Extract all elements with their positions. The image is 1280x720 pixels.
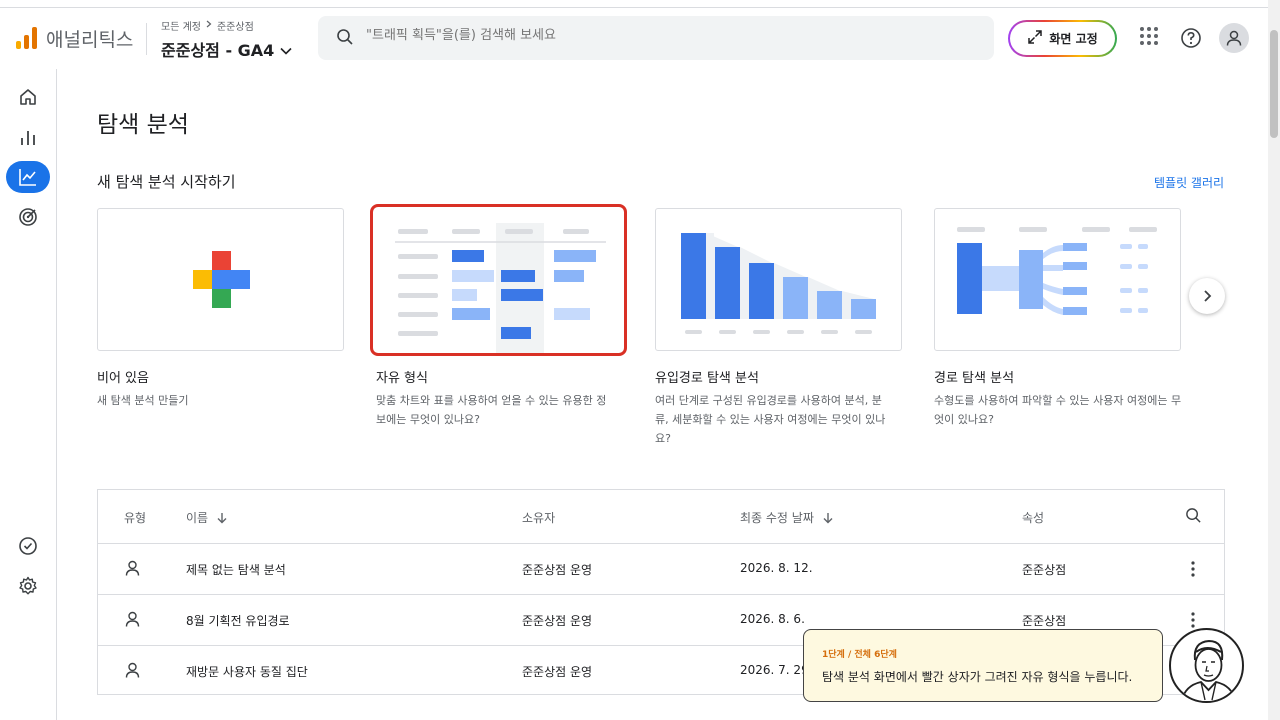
scrollbar-thumb[interactable] [1270, 30, 1278, 138]
analytics-logo-icon[interactable] [16, 27, 37, 49]
free-form-table-icon [395, 223, 606, 353]
chevron-right-icon [205, 20, 213, 31]
explore-icon [19, 169, 36, 186]
sort-arrow-down-icon [823, 512, 833, 523]
row-name[interactable]: 제목 없는 탐색 분석 [186, 561, 286, 578]
person-icon [125, 662, 140, 682]
card-path[interactable] [934, 208, 1181, 351]
card-title-path: 경로 탐색 분석 [934, 371, 1015, 386]
help-icon[interactable] [1180, 27, 1202, 53]
breadcrumb[interactable]: 모든 계정 준준상점 [161, 18, 254, 33]
breadcrumb-item-account[interactable]: 준준상점 [217, 18, 254, 33]
pin-label: 화면 고정 [1049, 32, 1098, 46]
more-vert-icon[interactable] [1190, 560, 1196, 582]
search-icon [336, 28, 354, 50]
check-circle-icon [19, 537, 37, 555]
sidebar-item-home[interactable] [6, 81, 50, 113]
card-desc-funnel: 여러 단계로 구성된 유입경로를 사용하여 분석, 분류, 세분화할 수 있는 … [655, 394, 886, 445]
expand-icon [1027, 29, 1043, 48]
chevron-right-icon [1204, 290, 1212, 302]
chevron-down-icon [280, 40, 292, 59]
tutorial-step: 1단계 / 전체 6단계 [822, 650, 897, 660]
header-modified-label: 최종 수정 날짜 [740, 511, 814, 525]
path-tree-icon [957, 227, 1157, 315]
next-cards-button[interactable] [1189, 278, 1225, 314]
sort-arrow-down-icon [217, 512, 227, 523]
funnel-chart-icon [681, 233, 876, 334]
section-title: 새 탐색 분석 시작하기 [97, 173, 236, 191]
account-selector[interactable]: 준준상점 - GA4 [161, 37, 292, 61]
avatar[interactable] [1219, 23, 1249, 53]
row-modified: 2026. 8. 12. [740, 561, 813, 575]
header-name-label: 이름 [186, 511, 209, 525]
header-divider [146, 23, 147, 55]
tutorial-text: 탐색 분석 화면에서 빨간 상자가 그려진 자유 형식을 누릅니다. [822, 670, 1133, 684]
header-modified[interactable]: 최종 수정 날짜 [740, 509, 834, 526]
sidebar-item-admin-check[interactable] [6, 530, 50, 562]
logo-text: 애널리틱스 [46, 29, 134, 51]
row-owner: 준준상점 운영 [522, 665, 593, 679]
card-funnel[interactable] [655, 208, 902, 351]
template-gallery-link[interactable]: 템플릿 갤러리 [1154, 174, 1224, 191]
sidebar [0, 69, 57, 720]
card-title-free-form: 자유 형식 [376, 371, 428, 386]
card-free-form[interactable] [370, 204, 627, 356]
search-input[interactable] [366, 28, 966, 43]
row-name[interactable]: 재방문 사용자 동질 집단 [186, 663, 308, 680]
top-border [0, 0, 1268, 8]
table-search-icon[interactable] [1185, 507, 1202, 528]
breadcrumb-item-accounts[interactable]: 모든 계정 [161, 18, 201, 33]
table-row[interactable]: 제목 없는 탐색 분석 준준상점 운영 2026. 8. 12. 준준상점 [98, 544, 1224, 595]
account-title: 준준상점 - GA4 [161, 41, 275, 60]
sidebar-item-explore[interactable] [6, 161, 50, 193]
header-property[interactable]: 속성 [1022, 509, 1044, 526]
sidebar-item-reports[interactable] [6, 122, 50, 154]
sidebar-item-advertising[interactable] [6, 201, 50, 233]
row-property: 준준상점 [1022, 563, 1067, 577]
row-owner: 준준상점 운영 [522, 563, 593, 577]
card-desc-free-form: 맞춤 차트와 표를 사용하여 얻을 수 있는 유용한 정보에는 무엇이 있나요? [376, 394, 607, 426]
tutorial-tooltip: 1단계 / 전체 6단계 탐색 분석 화면에서 빨간 상자가 그려진 자유 형식… [803, 629, 1163, 702]
page-scrollbar[interactable] [1268, 0, 1280, 720]
card-blank[interactable] [97, 208, 344, 351]
card-desc-path: 수형도를 사용하여 파악할 수 있는 사용자 여정에는 무엇이 있나요? [934, 394, 1182, 426]
apps-grid-icon[interactable] [1139, 26, 1159, 50]
header: 애널리틱스 모든 계정 준준상점 준준상점 - GA4 화면 고정 [0, 9, 1268, 69]
card-title-blank: 비어 있음 [97, 371, 149, 386]
bar-chart-icon [21, 131, 35, 145]
row-owner: 준준상점 운영 [522, 614, 593, 628]
row-name[interactable]: 8월 기획전 유입경로 [186, 612, 290, 629]
table-header: 유형 이름 소유자 최종 수정 날짜 속성 [98, 490, 1224, 544]
page-title: 탐색 분석 [97, 112, 189, 138]
card-title-funnel: 유입경로 탐색 분석 [655, 371, 759, 386]
person-icon [1226, 30, 1242, 46]
row-modified: 2026. 7. 29 [740, 663, 809, 677]
header-type: 유형 [124, 511, 147, 525]
card-desc-blank: 새 탐색 분석 만들기 [97, 394, 189, 407]
row-modified: 2026. 8. 6. [740, 612, 805, 626]
person-icon [125, 560, 140, 580]
pin-screen-button[interactable]: 화면 고정 [1008, 20, 1117, 57]
guide-character-icon [1169, 628, 1244, 703]
gear-icon [19, 576, 37, 595]
sidebar-item-admin[interactable] [6, 570, 50, 602]
person-icon [125, 611, 140, 631]
row-property: 준준상점 [1022, 614, 1067, 628]
header-name[interactable]: 이름 [186, 509, 228, 526]
advertising-icon [19, 208, 37, 226]
header-owner[interactable]: 소유자 [522, 509, 555, 526]
plus-icon [193, 251, 250, 308]
search-bar[interactable] [318, 16, 994, 60]
home-icon [20, 89, 36, 105]
